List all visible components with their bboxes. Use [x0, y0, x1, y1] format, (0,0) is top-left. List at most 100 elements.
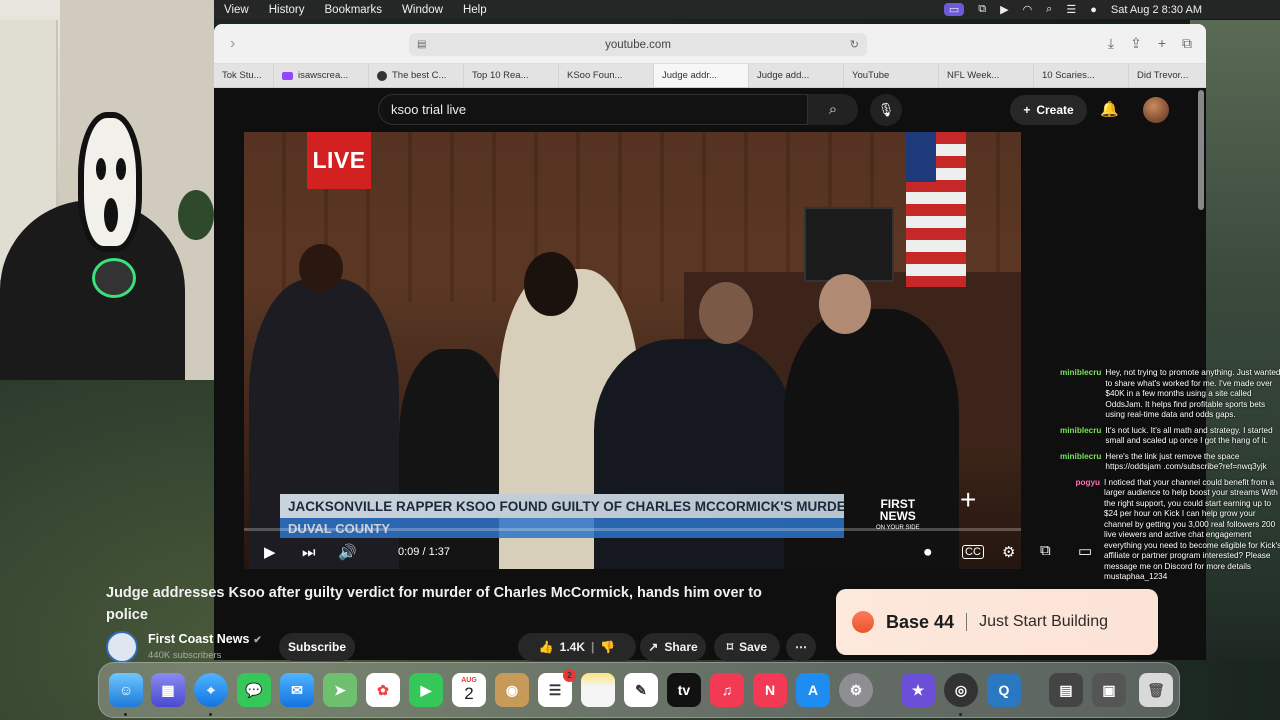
tab-overview-icon[interactable]: ⧉: [1182, 35, 1192, 52]
siri-icon[interactable]: ●: [1090, 4, 1097, 16]
reminders-icon[interactable]: ☰ 2: [538, 669, 576, 707]
recent-window-icon[interactable]: ▣: [1092, 673, 1126, 707]
maps-icon[interactable]: ➤: [323, 673, 357, 707]
menu-history[interactable]: History: [259, 4, 315, 16]
share-icon[interactable]: ⇪: [1130, 35, 1142, 52]
chat-username[interactable]: pogyu: [1060, 478, 1104, 583]
search-button[interactable]: ⌕: [808, 94, 858, 125]
sponsored-ad-banner[interactable]: Base 44 Just Start Building: [836, 589, 1158, 655]
share-button[interactable]: ↗ Share: [640, 633, 706, 661]
window-icon[interactable]: ⧉: [978, 3, 986, 16]
tab-label: YouTube: [852, 70, 890, 81]
channel-avatar[interactable]: [106, 631, 138, 663]
play-icon[interactable]: ▶: [264, 543, 276, 561]
freeform-icon[interactable]: ✎: [624, 673, 658, 707]
microphone-icon: 🎙: [877, 102, 895, 117]
mask-mouth: [104, 198, 118, 232]
autoplay-toggle-icon[interactable]: ⏺: [924, 544, 932, 561]
obs-icon[interactable]: ◎: [944, 673, 978, 707]
chat-message: miniblecru It's not luck. It's all math a…: [1060, 426, 1280, 447]
tab[interactable]: KSoo Foun...: [214, 64, 654, 96]
channel-name[interactable]: First Coast News ✔: [148, 632, 262, 646]
notifications-bell-icon[interactable]: 🔔: [1100, 100, 1119, 118]
plus-icon: +: [1023, 103, 1031, 117]
chat-username[interactable]: miniblecru: [1060, 368, 1105, 421]
tab[interactable]: 10 Scaries...: [214, 64, 1129, 96]
control-center-icon[interactable]: ☰: [1066, 3, 1076, 16]
captions-icon[interactable]: CC: [962, 545, 984, 559]
menu-view[interactable]: View: [214, 4, 259, 16]
volume-icon[interactable]: 🔊: [338, 543, 357, 561]
progress-bar-track[interactable]: [244, 528, 1021, 531]
launchpad-icon[interactable]: ▦: [151, 673, 185, 707]
tab[interactable]: Judge add...: [214, 64, 844, 96]
imovie-star-icon[interactable]: ★: [901, 673, 935, 707]
reload-icon[interactable]: ↻: [850, 38, 859, 51]
app-store-icon[interactable]: A: [796, 673, 830, 707]
page-menu-icon[interactable]: ▤: [417, 39, 426, 50]
chat-text: Here's the link just remove the space ht…: [1105, 451, 1267, 472]
photos-icon[interactable]: ✿: [366, 673, 400, 707]
tab[interactable]: YouTube: [214, 64, 939, 96]
download-icon[interactable]: ⤓: [1108, 35, 1114, 52]
quicktime-icon[interactable]: Q: [987, 673, 1021, 707]
system-settings-icon[interactable]: ⚙: [839, 673, 873, 707]
menu-window[interactable]: Window: [392, 4, 453, 16]
notes-icon[interactable]: [581, 673, 615, 707]
address-bar[interactable]: ▤ youtube.com ↻: [409, 33, 867, 56]
calendar-icon[interactable]: AUG 2: [452, 673, 486, 707]
screen-share-icon[interactable]: ▭: [943, 3, 965, 16]
page-scrollbar[interactable]: [1198, 90, 1204, 210]
miniplayer-icon[interactable]: ⧉: [1040, 542, 1051, 559]
like-count[interactable]: 1.4K: [560, 640, 585, 654]
tab[interactable]: Tok Stu...: [214, 64, 274, 87]
reminders-badge: 2: [563, 669, 576, 682]
voice-search-button[interactable]: 🎙: [870, 94, 902, 126]
forward-icon[interactable]: ›: [230, 35, 235, 53]
new-tab-icon[interactable]: +: [1158, 35, 1166, 52]
chat-username[interactable]: miniblecru: [1060, 426, 1105, 447]
news-icon[interactable]: N: [753, 673, 787, 707]
chat-username[interactable]: miniblecru: [1060, 452, 1105, 473]
mail-icon[interactable]: ✉: [280, 673, 314, 707]
contacts-icon[interactable]: ◉: [495, 673, 529, 707]
trash-icon[interactable]: 🗑: [1139, 673, 1173, 707]
tab[interactable]: isawscrea...: [274, 64, 369, 87]
wifi-icon[interactable]: ◠: [1023, 3, 1033, 16]
mask-eye: [96, 158, 106, 180]
recent-window-icon[interactable]: ▤: [1049, 673, 1083, 707]
next-icon[interactable]: ⏭: [302, 544, 316, 561]
finder-icon[interactable]: ☺: [109, 673, 143, 707]
tab[interactable]: NFL Week...: [214, 64, 1034, 96]
safari-icon[interactable]: ⌖: [194, 673, 228, 707]
search-input[interactable]: ksoo trial live: [378, 94, 808, 125]
youtube-page: ksoo trial live ⌕ 🎙 + Create 🔔 LIVE JACK…: [214, 88, 1206, 660]
messages-icon[interactable]: 💬: [237, 673, 271, 707]
video-player[interactable]: LIVE JACKSONVILLE RAPPER KSOO FOUND GUIL…: [244, 132, 1021, 569]
tab-label: The best C...: [392, 70, 447, 81]
tab-label: NFL Week...: [947, 70, 1000, 81]
create-button[interactable]: + Create: [1010, 95, 1087, 125]
save-button[interactable]: ⌑ Save: [714, 633, 780, 661]
play-icon[interactable]: ▶: [1000, 3, 1008, 16]
apple-tv-icon[interactable]: tv: [667, 673, 701, 707]
music-icon[interactable]: ♫: [710, 673, 744, 707]
thumbs-up-icon[interactable]: 👍: [539, 640, 554, 654]
address-bar-url: youtube.com: [605, 38, 671, 51]
tab-label: Judge add...: [757, 70, 810, 81]
clock-datetime[interactable]: Sat Aug 2 8:30 AM: [1111, 4, 1202, 16]
tab-label: Tok Stu...: [222, 70, 262, 81]
account-avatar[interactable]: [1143, 97, 1169, 123]
tab[interactable]: Top 10 Rea...: [214, 64, 559, 96]
settings-gear-icon[interactable]: ⚙: [1002, 543, 1015, 561]
facetime-icon[interactable]: ▶: [409, 673, 443, 707]
more-actions-button[interactable]: ⋯: [786, 633, 816, 661]
tab[interactable]: Did Trevor...: [214, 64, 1206, 96]
search-icon[interactable]: ⌕: [1046, 3, 1052, 16]
menu-bookmarks[interactable]: Bookmarks: [315, 4, 393, 16]
menu-help[interactable]: Help: [453, 4, 497, 16]
thumbs-down-icon[interactable]: 👎: [600, 640, 615, 654]
subscribe-button[interactable]: Subscribe: [279, 633, 355, 661]
tab-active[interactable]: Judge addr...: [214, 64, 749, 96]
tab[interactable]: The best C...: [369, 64, 464, 87]
